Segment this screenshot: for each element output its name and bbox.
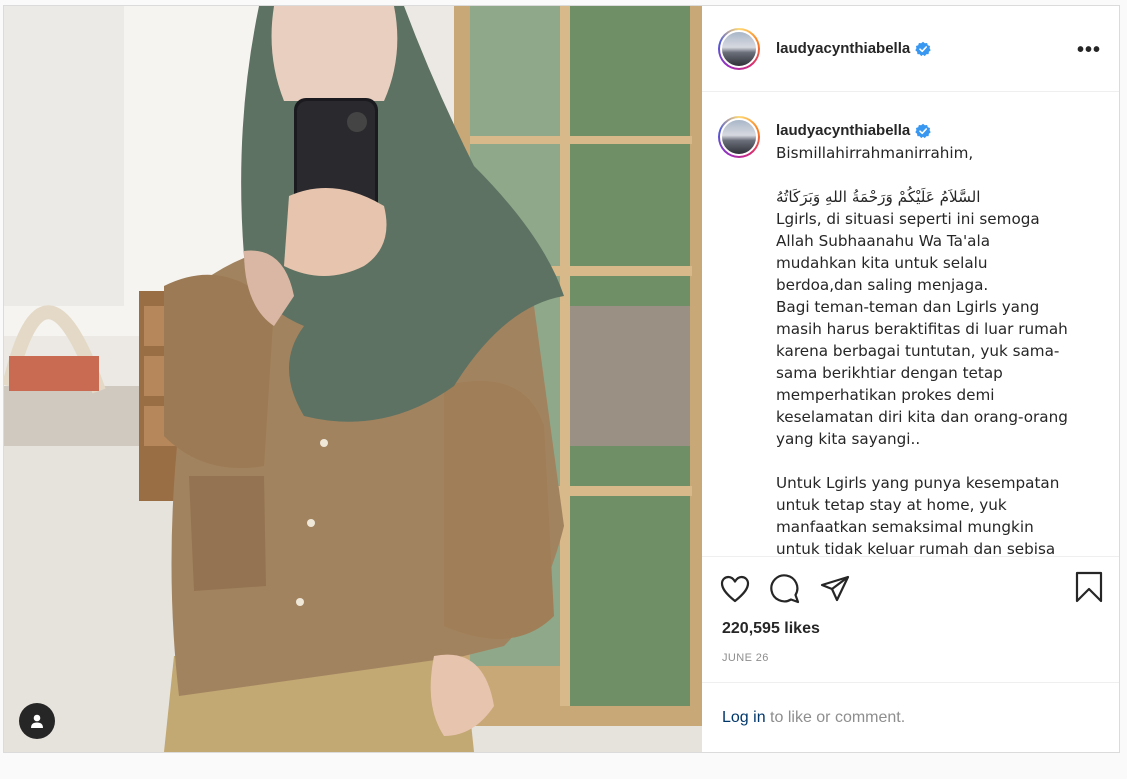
post-header: laudyacynthiabella ••• <box>702 6 1119 93</box>
share-button[interactable] <box>818 572 852 606</box>
verified-badge-icon <box>915 41 931 56</box>
caption-text: Bismillahirrahmanirrahim, السَّلاَمُ عَل… <box>776 144 1068 558</box>
comment-icon <box>770 574 800 603</box>
login-link[interactable]: Log in <box>722 709 766 727</box>
action-bar <box>702 557 1119 620</box>
save-button[interactable] <box>1075 571 1103 608</box>
verified-badge-icon <box>915 124 931 139</box>
like-count[interactable]: 220,595 likes <box>702 620 1119 638</box>
bookmark-icon <box>1075 572 1103 603</box>
comment-button[interactable] <box>768 572 802 606</box>
caption-username-text[interactable]: laudyacynthiabella <box>776 120 910 142</box>
more-options-icon[interactable]: ••• <box>1077 40 1101 60</box>
caption-body: laudyacynthiabella Bismillahirrahmanirra… <box>776 116 1068 556</box>
post-sidebar: laudyacynthiabella ••• laudyacynthiabell… <box>702 6 1119 752</box>
login-prompt: Log in to like or comment. <box>702 682 1119 752</box>
post-date[interactable]: JUNE 26 <box>702 638 1119 664</box>
caption-username[interactable]: laudyacynthiabella <box>776 120 1068 142</box>
instagram-post: laudyacynthiabella ••• laudyacynthiabell… <box>3 5 1120 753</box>
share-icon <box>820 575 850 601</box>
login-prompt-text: to like or comment. <box>765 708 906 726</box>
caption-section: laudyacynthiabella Bismillahirrahmanirra… <box>702 92 1119 558</box>
user-tag-button[interactable] <box>19 703 55 739</box>
username-text[interactable]: laudyacynthiabella <box>776 40 910 57</box>
post-image[interactable] <box>4 6 702 752</box>
like-button[interactable] <box>718 572 752 606</box>
heart-icon <box>720 575 750 602</box>
avatar[interactable] <box>718 27 760 70</box>
header-username[interactable]: laudyacynthiabella <box>776 40 931 57</box>
user-tag-icon <box>31 714 43 728</box>
caption-avatar[interactable] <box>718 116 760 159</box>
post-photo-illustration <box>4 6 702 752</box>
